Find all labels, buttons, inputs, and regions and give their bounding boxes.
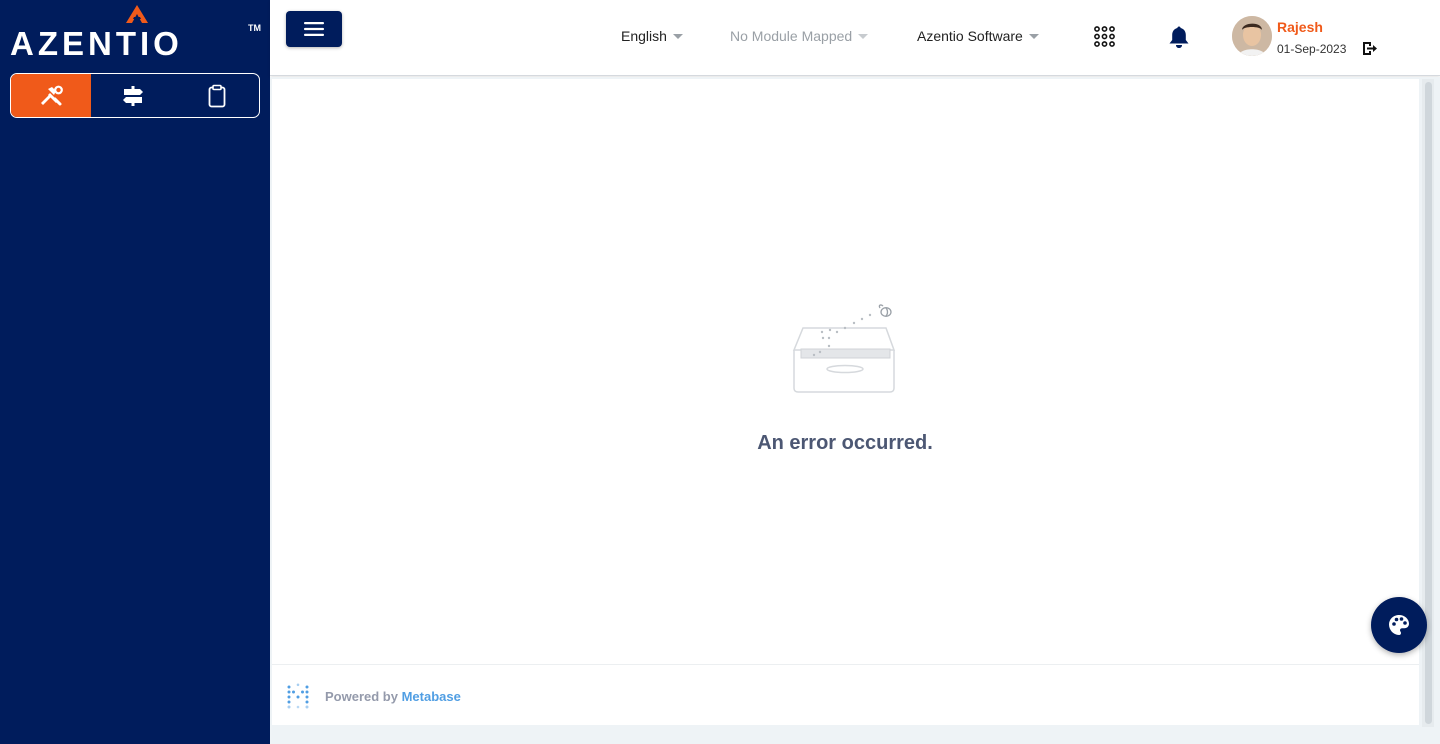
signpost-icon <box>123 85 143 106</box>
caret-down-icon <box>858 34 869 39</box>
menu-toggle-button[interactable] <box>286 11 342 47</box>
powered-by-label: Powered by <box>325 689 402 704</box>
tools-icon <box>41 85 63 105</box>
metabase-logo-icon[interactable] <box>286 683 310 709</box>
logo-trademark: TM <box>248 23 261 33</box>
sidebar-tabs <box>10 73 260 118</box>
apps-grid-icon[interactable] <box>1094 26 1115 47</box>
dashboard-panel <box>272 79 1419 725</box>
sidebar: AZENTIO TM <box>0 0 270 744</box>
clipboard-icon <box>208 84 226 107</box>
company-value: Azentio Software <box>917 28 1023 44</box>
palette-icon <box>1389 615 1409 635</box>
user-name: Rajesh <box>1277 19 1323 35</box>
logout-icon[interactable] <box>1362 41 1378 56</box>
sidebar-tab-tools[interactable] <box>11 74 91 117</box>
module-dropdown[interactable]: No Module Mapped <box>730 28 869 44</box>
empty-box-illustration-icon <box>792 304 896 393</box>
logo-mark-icon <box>126 5 148 23</box>
module-value: No Module Mapped <box>730 28 853 44</box>
sidebar-tab-clipboard[interactable] <box>175 74 259 117</box>
caret-down-icon <box>1028 34 1039 39</box>
theme-palette-button[interactable] <box>1371 597 1427 653</box>
metabase-link[interactable]: Metabase <box>402 689 461 704</box>
language-dropdown[interactable]: English <box>621 28 683 44</box>
company-dropdown[interactable]: Azentio Software <box>917 28 1039 44</box>
user-date: 01-Sep-2023 <box>1277 42 1347 56</box>
hamburger-icon <box>304 22 324 36</box>
user-photo-icon <box>1232 16 1272 56</box>
language-value: English <box>621 28 667 44</box>
powered-by-text: Powered by Metabase <box>325 689 461 704</box>
logo-text: AZENTIO <box>10 25 183 62</box>
azentio-logo: AZENTIO TM <box>10 4 262 64</box>
caret-down-icon <box>672 34 683 39</box>
error-message: An error occurred. <box>757 432 933 454</box>
notification-bell-icon[interactable] <box>1168 25 1190 49</box>
top-header: English No Module Mapped Azentio Softwar… <box>270 0 1440 76</box>
sidebar-tab-signpost[interactable] <box>91 74 175 117</box>
user-avatar[interactable] <box>1232 16 1272 56</box>
footer-divider <box>272 664 1419 665</box>
